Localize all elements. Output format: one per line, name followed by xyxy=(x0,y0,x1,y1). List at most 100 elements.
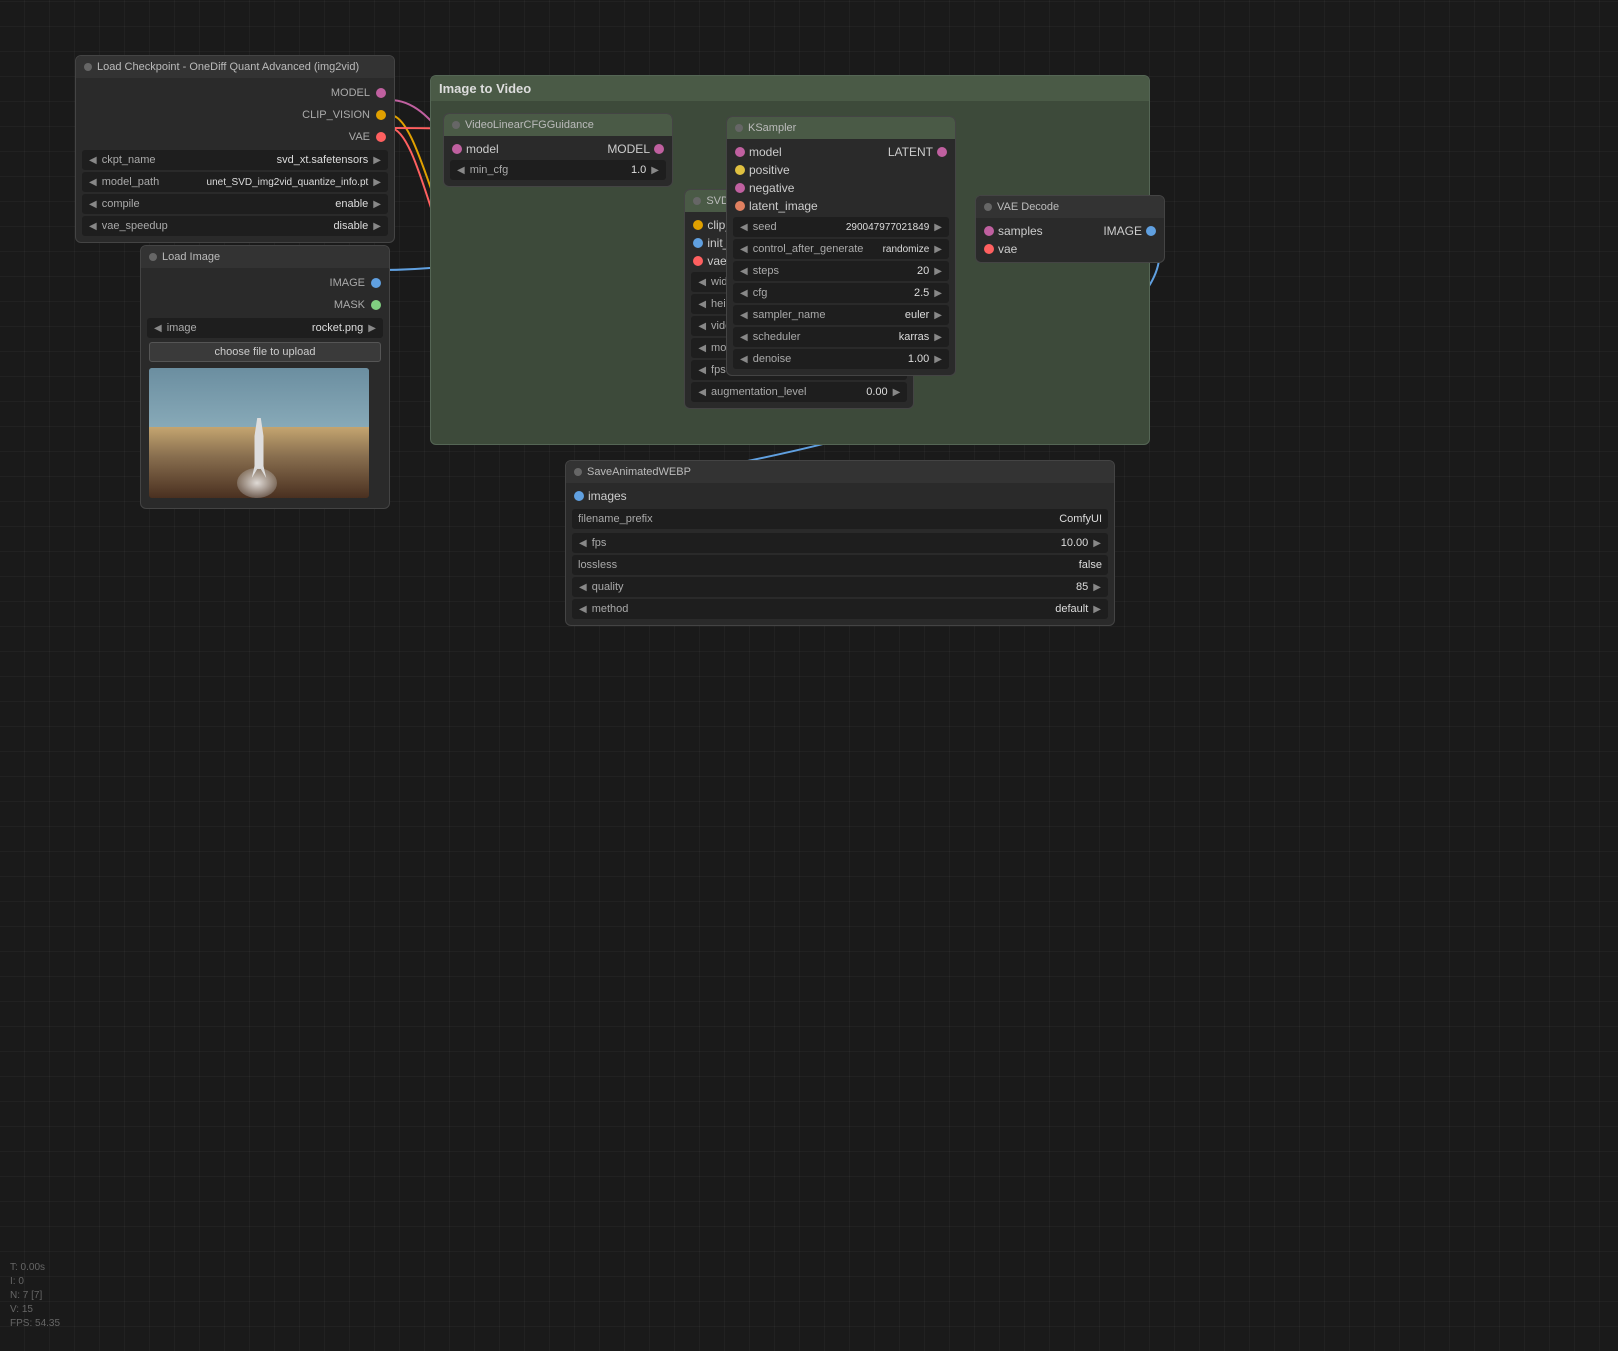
load-image-header[interactable]: Load Image xyxy=(141,246,389,268)
ksampler-header[interactable]: KSampler xyxy=(727,117,955,139)
cfg-right-arrow[interactable]: ▶ xyxy=(931,288,945,299)
video-linear-cfg-header[interactable]: VideoLinearCFGGuidance xyxy=(444,114,672,136)
augmentation-left-arrow[interactable]: ◀ xyxy=(695,387,709,398)
output-model: MODEL xyxy=(76,82,394,104)
output-vae-label: VAE xyxy=(349,131,370,143)
method-right-arrow[interactable]: ▶ xyxy=(1090,604,1104,615)
seed-label: seed xyxy=(751,221,841,233)
vlcfg-model-in[interactable] xyxy=(452,144,462,154)
video-frames-left-arrow[interactable]: ◀ xyxy=(695,321,709,332)
scheduler-left-arrow[interactable]: ◀ xyxy=(737,332,751,343)
min-cfg-left-arrow[interactable]: ◀ xyxy=(454,165,468,176)
height-left-arrow[interactable]: ◀ xyxy=(695,299,709,310)
vae-speedup-left-arrow[interactable]: ◀ xyxy=(86,221,100,232)
compile-left-arrow[interactable]: ◀ xyxy=(86,199,100,210)
output-image-label: IMAGE xyxy=(330,277,365,289)
save-animated-webp-body: images filename_prefix ComfyUI ◀ fps 10.… xyxy=(566,483,1114,625)
cfg-left-arrow[interactable]: ◀ xyxy=(737,288,751,299)
vlcfg-status-dot xyxy=(452,121,460,129)
min-cfg-right-arrow[interactable]: ▶ xyxy=(648,165,662,176)
augmentation-right-arrow[interactable]: ▶ xyxy=(890,387,904,398)
model-path-row: ◀ model_path unet_SVD_img2vid_quantize_i… xyxy=(82,172,388,192)
denoise-left-arrow[interactable]: ◀ xyxy=(737,354,751,365)
seed-right-arrow[interactable]: ▶ xyxy=(931,222,945,233)
model-path-right-arrow[interactable]: ▶ xyxy=(370,177,384,188)
ckpt-name-left-arrow[interactable]: ◀ xyxy=(86,155,100,166)
svd-vae-in[interactable] xyxy=(693,256,703,266)
ksampler-latent-in[interactable] xyxy=(735,201,745,211)
vae-decode-body: samples IMAGE vae xyxy=(976,218,1164,262)
method-left-arrow[interactable]: ◀ xyxy=(576,604,590,615)
image-field-left-arrow[interactable]: ◀ xyxy=(151,323,165,334)
method-label: method xyxy=(590,603,840,615)
svd-clip-vision-in[interactable] xyxy=(693,220,703,230)
vae-decode-samples-input: samples xyxy=(984,224,1043,238)
lossless-label: lossless xyxy=(576,559,840,571)
save-fps-left-arrow[interactable]: ◀ xyxy=(576,538,590,549)
vae-speedup-value: disable xyxy=(235,220,370,232)
video-linear-cfg-node: VideoLinearCFGGuidance model MODEL ◀ min… xyxy=(443,113,673,187)
model-connector-out[interactable] xyxy=(376,88,386,98)
fps-svd-left-arrow[interactable]: ◀ xyxy=(695,365,709,376)
output-model-label: MODEL xyxy=(331,87,370,99)
control-after-right[interactable]: ▶ xyxy=(931,244,945,255)
image-field-row: ◀ image rocket.png ▶ xyxy=(147,318,383,338)
vlcfg-model-row: model MODEL xyxy=(444,140,672,158)
control-after-left[interactable]: ◀ xyxy=(737,244,751,255)
svd-init-image-in[interactable] xyxy=(693,238,703,248)
sampler-name-right[interactable]: ▶ xyxy=(931,310,945,321)
quality-left-arrow[interactable]: ◀ xyxy=(576,582,590,593)
ksampler-negative-in[interactable] xyxy=(735,183,745,193)
steps-left-arrow[interactable]: ◀ xyxy=(737,266,751,277)
quality-label: quality xyxy=(590,581,840,593)
image-connector-out[interactable] xyxy=(371,278,381,288)
status-v: V: 15 xyxy=(10,1303,60,1317)
image-field-right-arrow[interactable]: ▶ xyxy=(365,323,379,334)
smoke-shape xyxy=(237,468,277,498)
vae-connector-out[interactable] xyxy=(376,132,386,142)
denoise-right-arrow[interactable]: ▶ xyxy=(931,354,945,365)
output-vae: VAE xyxy=(76,126,394,148)
scheduler-row: ◀ scheduler karras ▶ xyxy=(733,327,949,347)
ksampler-latent-out[interactable] xyxy=(937,147,947,157)
mask-connector-out[interactable] xyxy=(371,300,381,310)
quality-right-arrow[interactable]: ▶ xyxy=(1090,582,1104,593)
steps-right-arrow[interactable]: ▶ xyxy=(931,266,945,277)
upload-button[interactable]: choose file to upload xyxy=(149,342,381,362)
seed-left-arrow[interactable]: ◀ xyxy=(737,222,751,233)
output-mask-label: MASK xyxy=(334,299,365,311)
ksampler-positive-in[interactable] xyxy=(735,165,745,175)
model-path-left-arrow[interactable]: ◀ xyxy=(86,177,100,188)
status-n: N: 7 [7] xyxy=(10,1289,60,1303)
video-linear-cfg-body: model MODEL ◀ min_cfg 1.0 ▶ xyxy=(444,136,672,186)
width-left-arrow[interactable]: ◀ xyxy=(695,277,709,288)
vae-decode-image-output: IMAGE xyxy=(1103,224,1156,238)
ksampler-node: KSampler model LATENT positive xyxy=(726,116,956,376)
compile-right-arrow[interactable]: ▶ xyxy=(370,199,384,210)
ckpt-name-right-arrow[interactable]: ▶ xyxy=(370,155,384,166)
save-images-in[interactable] xyxy=(574,491,584,501)
ksampler-model-row: model LATENT xyxy=(727,143,955,161)
vae-decode-samples-row: samples IMAGE xyxy=(976,222,1164,240)
save-animated-webp-header[interactable]: SaveAnimatedWEBP xyxy=(566,461,1114,483)
motion-bucket-left-arrow[interactable]: ◀ xyxy=(695,343,709,354)
vae-decode-samples-in[interactable] xyxy=(984,226,994,236)
vae-decode-vae-in[interactable] xyxy=(984,244,994,254)
status-i: I: 0 xyxy=(10,1275,60,1289)
image-to-video-header[interactable]: Image to Video xyxy=(431,76,1149,101)
video-linear-cfg-title: VideoLinearCFGGuidance xyxy=(465,119,594,131)
filename-prefix-label: filename_prefix xyxy=(576,513,840,525)
vae-decode-image-out[interactable] xyxy=(1146,226,1156,236)
ksampler-positive-label: positive xyxy=(749,163,790,177)
method-row: ◀ method default ▶ xyxy=(572,599,1108,619)
vae-speedup-right-arrow[interactable]: ▶ xyxy=(370,221,384,232)
ksampler-model-in[interactable] xyxy=(735,147,745,157)
scheduler-right-arrow[interactable]: ▶ xyxy=(931,332,945,343)
vae-decode-header[interactable]: VAE Decode xyxy=(976,196,1164,218)
clip-vision-connector-out[interactable] xyxy=(376,110,386,120)
vlcfg-model-out[interactable] xyxy=(654,144,664,154)
compile-value: enable xyxy=(235,198,370,210)
load-checkpoint-header[interactable]: Load Checkpoint - OneDiff Quant Advanced… xyxy=(76,56,394,78)
save-fps-right-arrow[interactable]: ▶ xyxy=(1090,538,1104,549)
sampler-name-left[interactable]: ◀ xyxy=(737,310,751,321)
